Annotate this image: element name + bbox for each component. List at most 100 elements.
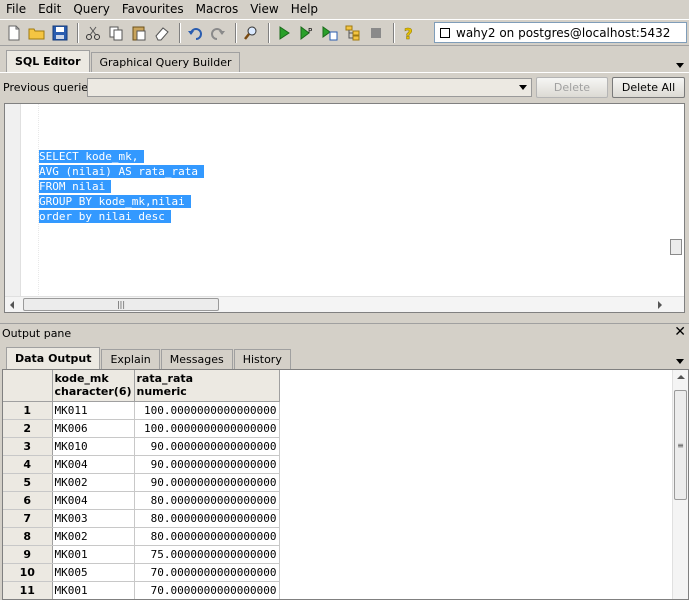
cell-rata-rata[interactable]: 90.0000000000000000: [134, 437, 280, 456]
cancel-query-icon[interactable]: [366, 23, 386, 43]
tab-history[interactable]: History: [233, 349, 291, 369]
code-line: order by nilai desc: [39, 209, 204, 224]
row-number[interactable]: 7: [3, 509, 53, 528]
execute-pgscript-icon[interactable]: P: [297, 23, 317, 43]
row-number[interactable]: 10: [3, 563, 53, 582]
execute-query-icon[interactable]: [274, 23, 294, 43]
cell-rata-rata[interactable]: 90.0000000000000000: [134, 473, 280, 492]
new-file-icon[interactable]: [4, 23, 24, 43]
sql-editor[interactable]: SELECT kode_mk, AVG (nilai) AS rata_rata…: [4, 103, 685, 313]
scroll-thumb[interactable]: [670, 239, 682, 255]
undo-icon[interactable]: [185, 23, 205, 43]
cell-kode-mk[interactable]: MK001: [52, 581, 135, 599]
tab-explain[interactable]: Explain: [101, 349, 160, 369]
menu-edit[interactable]: Edit: [32, 0, 67, 19]
grid-corner[interactable]: [3, 370, 53, 402]
table-row[interactable]: 6 MK004 80.0000000000000000: [3, 491, 280, 510]
tabs-dropdown-icon[interactable]: [676, 63, 684, 68]
cell-kode-mk[interactable]: MK010: [52, 437, 135, 456]
open-folder-icon[interactable]: [27, 23, 47, 43]
table-row[interactable]: 3 MK010 90.0000000000000000: [3, 437, 280, 456]
menu-view[interactable]: View: [244, 0, 284, 19]
table-row[interactable]: 5 MK002 90.0000000000000000: [3, 473, 280, 492]
delete-button[interactable]: Delete: [536, 77, 608, 98]
cell-kode-mk[interactable]: MK001: [52, 545, 135, 564]
copy-icon[interactable]: [106, 23, 126, 43]
column-header-kode-mk[interactable]: kode_mk character(6): [52, 370, 135, 402]
editor-horizontal-scrollbar[interactable]: |||: [5, 296, 684, 312]
cell-rata-rata[interactable]: 70.0000000000000000: [134, 563, 280, 582]
eraser-icon[interactable]: [152, 23, 172, 43]
execute-to-file-icon[interactable]: [320, 23, 340, 43]
explain-query-icon[interactable]: [343, 23, 363, 43]
cell-rata-rata[interactable]: 70.0000000000000000: [134, 581, 280, 599]
menu-query[interactable]: Query: [67, 0, 115, 19]
row-number[interactable]: 6: [3, 491, 53, 510]
cell-rata-rata[interactable]: 75.0000000000000000: [134, 545, 280, 564]
table-row[interactable]: 7 MK003 80.0000000000000000: [3, 509, 280, 528]
cut-icon[interactable]: [83, 23, 103, 43]
tab-messages[interactable]: Messages: [160, 349, 233, 369]
scroll-left-icon[interactable]: [10, 301, 14, 309]
data-output-grid[interactable]: kode_mk character(6) rata_rata numeric 1 MK…: [2, 369, 689, 600]
cell-kode-mk[interactable]: MK004: [52, 455, 135, 474]
table-row[interactable]: 8 MK002 80.0000000000000000: [3, 527, 280, 546]
find-icon[interactable]: [241, 23, 261, 43]
row-number[interactable]: 11: [3, 581, 53, 599]
menu-file[interactable]: File: [0, 0, 32, 19]
tab-sql-editor[interactable]: SQL Editor: [6, 50, 90, 72]
table-row[interactable]: 2 MK006 100.0000000000000000: [3, 419, 280, 438]
tabs-dropdown-icon[interactable]: [676, 359, 684, 364]
menu-favourites[interactable]: Favourites: [116, 0, 190, 19]
column-header-rata-rata[interactable]: rata_rata numeric: [134, 370, 280, 402]
table-row[interactable]: 9 MK001 75.0000000000000000: [3, 545, 280, 564]
menu-macros[interactable]: Macros: [190, 0, 245, 19]
cell-rata-rata[interactable]: 80.0000000000000000: [134, 509, 280, 528]
connection-selector[interactable]: wahy2 on postgres@localhost:5432: [434, 22, 687, 43]
cell-kode-mk[interactable]: MK004: [52, 491, 135, 510]
scroll-thumb[interactable]: ≡: [674, 390, 687, 500]
cell-rata-rata[interactable]: 90.0000000000000000: [134, 455, 280, 474]
help-icon[interactable]: ?: [399, 23, 419, 43]
cell-kode-mk[interactable]: MK002: [52, 473, 135, 492]
row-number[interactable]: 2: [3, 419, 53, 438]
save-icon[interactable]: [50, 23, 70, 43]
toolbar-separator: [179, 22, 181, 43]
close-icon[interactable]: ✕: [674, 324, 686, 340]
cell-kode-mk[interactable]: MK005: [52, 563, 135, 582]
table-row[interactable]: 10 MK005 70.0000000000000000: [3, 563, 280, 582]
previous-queries-combo[interactable]: [87, 78, 532, 97]
svg-text:P: P: [308, 27, 312, 35]
paste-icon[interactable]: [129, 23, 149, 43]
cell-rata-rata[interactable]: 100.0000000000000000: [134, 419, 280, 438]
cell-rata-rata[interactable]: 80.0000000000000000: [134, 491, 280, 510]
cell-kode-mk[interactable]: MK006: [52, 419, 135, 438]
cell-kode-mk[interactable]: MK002: [52, 527, 135, 546]
row-number[interactable]: 8: [3, 527, 53, 546]
previous-queries-row: Previous queries Delete Delete All: [0, 76, 689, 100]
table-row[interactable]: 4 MK004 90.0000000000000000: [3, 455, 280, 474]
connection-label: wahy2 on postgres@localhost:5432: [456, 25, 671, 40]
scroll-thumb[interactable]: |||: [23, 298, 219, 311]
row-number[interactable]: 3: [3, 437, 53, 456]
cell-kode-mk[interactable]: MK003: [52, 509, 135, 528]
editor-vertical-scrollbar[interactable]: [668, 104, 684, 297]
menu-help[interactable]: Help: [285, 0, 324, 19]
table-row[interactable]: 1 MK011 100.0000000000000000: [3, 401, 280, 420]
row-number[interactable]: 1: [3, 401, 53, 420]
grid-vertical-scrollbar[interactable]: ≡: [672, 370, 688, 599]
row-number[interactable]: 4: [3, 455, 53, 474]
cell-kode-mk[interactable]: MK011: [52, 401, 135, 420]
cell-rata-rata[interactable]: 100.0000000000000000: [134, 401, 280, 420]
table-row[interactable]: 11 MK001 70.0000000000000000: [3, 581, 280, 599]
redo-icon[interactable]: [208, 23, 228, 43]
cell-rata-rata[interactable]: 80.0000000000000000: [134, 527, 280, 546]
tab-data-output[interactable]: Data Output: [6, 347, 101, 369]
connection-checkbox[interactable]: [440, 27, 450, 38]
scroll-up-icon[interactable]: [677, 375, 685, 379]
scroll-right-icon[interactable]: [658, 301, 662, 309]
delete-all-button[interactable]: Delete All: [612, 77, 685, 98]
tab-graphical-query-builder[interactable]: Graphical Query Builder: [90, 52, 241, 72]
row-number[interactable]: 9: [3, 545, 53, 564]
row-number[interactable]: 5: [3, 473, 53, 492]
